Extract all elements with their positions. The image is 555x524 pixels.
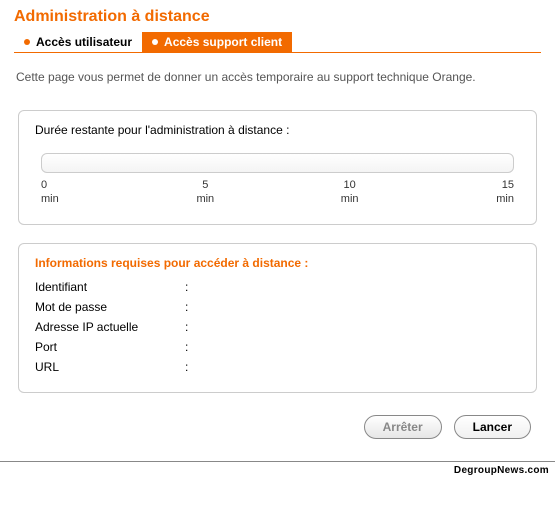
tick-value: 15 [474,179,514,192]
colon: : [185,280,197,294]
info-value-port [197,340,520,354]
tick-value: 10 [330,179,370,192]
tick-unit: min [474,193,514,206]
info-label-motdepasse: Mot de passe [35,300,185,314]
info-grid: Identifiant : Mot de passe : Adresse IP … [35,280,520,374]
scale-tick: 5 min [185,179,225,205]
colon: : [185,300,197,314]
tab-acces-support-client[interactable]: Accès support client [142,32,292,52]
colon: : [185,360,197,374]
start-button[interactable]: Lancer [454,415,531,439]
action-bar: Arrêter Lancer [18,411,537,451]
progress-wrap: 0 min 5 min 10 min 15 min [35,147,520,205]
progress-bar [41,153,514,173]
page: Administration à distance Accès utilisat… [0,0,555,479]
duration-panel: Durée restante pour l'administration à d… [18,110,537,224]
info-value-ip [197,320,520,334]
page-description: Cette page vous permet de donner un accè… [0,59,555,90]
info-value-url [197,360,520,374]
info-label-identifiant: Identifiant [35,280,185,294]
tick-unit: min [185,193,225,206]
info-value-identifiant [197,280,520,294]
tick-value: 5 [185,179,225,192]
colon: : [185,340,197,354]
info-label-ip: Adresse IP actuelle [35,320,185,334]
tab-bar: Accès utilisateur Accès support client [14,32,541,53]
progress-scale: 0 min 5 min 10 min 15 min [41,179,514,205]
info-label-port: Port [35,340,185,354]
bullet-icon [152,39,158,45]
colon: : [185,320,197,334]
tab-label: Accès support client [164,35,282,49]
info-title: Informations requises pour accéder à dis… [35,256,520,270]
duration-title: Durée restante pour l'administration à d… [35,123,520,137]
info-label-url: URL [35,360,185,374]
content: Durée restante pour l'administration à d… [0,90,555,460]
footer-credit: DegroupNews.com [0,461,555,479]
tab-acces-utilisateur[interactable]: Accès utilisateur [14,32,142,52]
info-value-motdepasse [197,300,520,314]
tick-unit: min [330,193,370,206]
info-panel: Informations requises pour accéder à dis… [18,243,537,393]
tab-label: Accès utilisateur [36,35,132,49]
scale-tick: 10 min [330,179,370,205]
stop-button[interactable]: Arrêter [364,415,442,439]
bullet-icon [24,39,30,45]
scale-tick: 15 min [474,179,514,205]
tick-value: 0 [41,179,81,192]
page-title: Administration à distance [14,8,541,26]
header: Administration à distance Accès utilisat… [0,0,555,59]
tick-unit: min [41,193,81,206]
scale-tick: 0 min [41,179,81,205]
